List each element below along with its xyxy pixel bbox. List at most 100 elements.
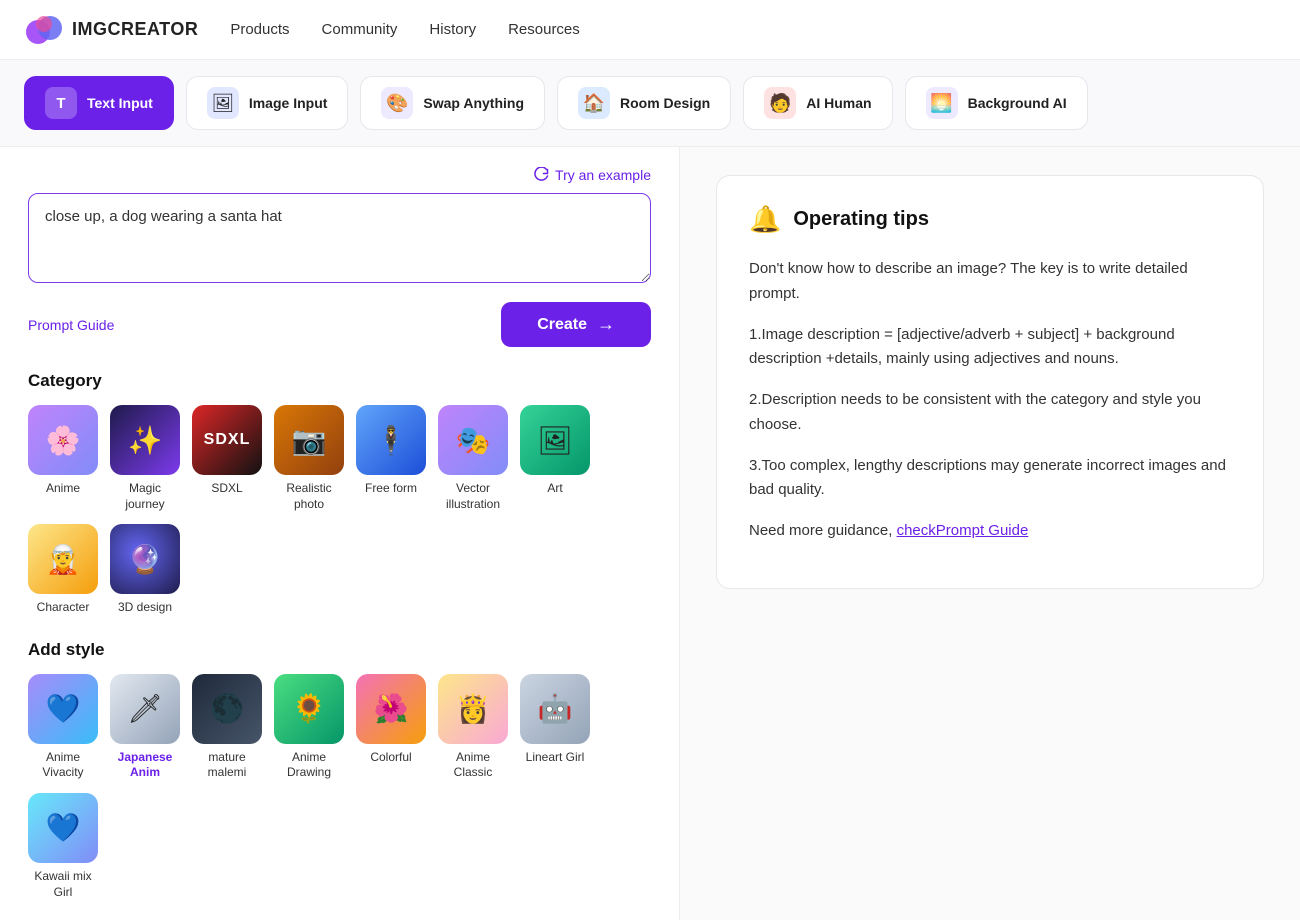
category-item-freeform[interactable]: 🕴 Free form [356, 405, 426, 512]
image-input-icon: 🖼 [207, 87, 239, 119]
category-item-3d[interactable]: 🔮 3D design [110, 524, 180, 616]
style-grid: 💙 Anime Vivacity 🗡 Japanese Anim 🌑 matur… [28, 674, 651, 900]
text-input-icon: T [45, 87, 77, 119]
tab-swap-anything-label: Swap Anything [423, 95, 524, 112]
category-thumb-character: 🧝 [28, 524, 98, 594]
style-label-japanese: Japanese Anim [110, 750, 180, 781]
prompt-actions-row: Prompt Guide Create → [28, 302, 651, 347]
tab-swap-anything[interactable]: 🎨 Swap Anything [360, 76, 545, 130]
create-arrow-icon: → [597, 314, 615, 335]
category-item-realistic[interactable]: 📷 Realistic photo [274, 405, 344, 512]
style-item-anime-drawing[interactable]: 🌻 Anime Drawing [274, 674, 344, 781]
tips-title: Operating tips [793, 208, 929, 231]
tips-body: Don't know how to describe an image? The… [749, 257, 1231, 544]
tab-ai-human[interactable]: 🧑 AI Human [743, 76, 892, 130]
style-thumb-colorful: 🌺 [356, 674, 426, 744]
refresh-icon [533, 167, 549, 183]
category-thumb-vector: 🎭 [438, 405, 508, 475]
tips-para-2: 2.Description needs to be consistent wit… [749, 388, 1231, 438]
bell-icon: 🔔 [749, 204, 781, 235]
style-item-anime-classic[interactable]: 👸 Anime Classic [438, 674, 508, 781]
category-label-character: Character [37, 600, 90, 616]
tips-para-1: 1.Image description = [adjective/adverb … [749, 323, 1231, 373]
tips-box: 🔔 Operating tips Don't know how to descr… [716, 175, 1264, 589]
category-label-anime: Anime [46, 481, 80, 497]
style-thumb-anime-vivacity: 💙 [28, 674, 98, 744]
logo-icon [24, 10, 64, 50]
category-thumb-sdxl: SDXL [192, 405, 262, 475]
category-label-realistic: Realistic photo [274, 481, 344, 512]
category-item-magic-journey[interactable]: ✨ Magic journey [110, 405, 180, 512]
category-item-character[interactable]: 🧝 Character [28, 524, 98, 616]
main-content: Try an example close up, a dog wearing a… [0, 147, 1300, 920]
category-title: Category [28, 371, 651, 391]
tab-background-ai-label: Background AI [968, 95, 1067, 112]
tab-room-design[interactable]: 🏠 Room Design [557, 76, 731, 130]
category-item-art[interactable]: 🖼 Art [520, 405, 590, 512]
style-thumb-anime-classic: 👸 [438, 674, 508, 744]
style-item-colorful[interactable]: 🌺 Colorful [356, 674, 426, 781]
category-thumb-magic: ✨ [110, 405, 180, 475]
nav-community[interactable]: Community [322, 21, 398, 38]
style-item-mature[interactable]: 🌑 mature malemi [192, 674, 262, 781]
tips-para-4: Need more guidance, checkPrompt Guide [749, 519, 1231, 544]
tab-image-input[interactable]: 🖼 Image Input [186, 76, 349, 130]
category-label-sdxl: SDXL [211, 481, 242, 497]
style-item-japanese[interactable]: 🗡 Japanese Anim [110, 674, 180, 781]
header: IMGCREATOR Products Community History Re… [0, 0, 1300, 60]
category-thumb-art: 🖼 [520, 405, 590, 475]
style-thumb-japanese: 🗡 [110, 674, 180, 744]
tool-tabs-bar: T Text Input 🖼 Image Input 🎨 Swap Anythi… [0, 60, 1300, 147]
tips-para-3: 3.Too complex, lengthy descriptions may … [749, 454, 1231, 504]
category-item-vector[interactable]: 🎭 Vector illustration [438, 405, 508, 512]
swap-anything-icon: 🎨 [381, 87, 413, 119]
style-thumb-kawaii: 💙 [28, 793, 98, 863]
logo-text: IMGCREATOR [72, 19, 198, 40]
category-thumb-3d: 🔮 [110, 524, 180, 594]
tab-text-input[interactable]: T Text Input [24, 76, 174, 130]
create-button[interactable]: Create → [501, 302, 651, 347]
tab-image-input-label: Image Input [249, 95, 328, 112]
tips-header: 🔔 Operating tips [749, 204, 1231, 235]
background-ai-icon: 🌅 [926, 87, 958, 119]
style-thumb-lineart: 🤖 [520, 674, 590, 744]
nav-history[interactable]: History [429, 21, 476, 38]
tab-room-design-label: Room Design [620, 95, 710, 112]
category-item-sdxl[interactable]: SDXL SDXL [192, 405, 262, 512]
category-thumb-realistic: 📷 [274, 405, 344, 475]
prompt-textarea[interactable]: close up, a dog wearing a santa hat [28, 193, 651, 283]
style-item-anime-vivacity[interactable]: 💙 Anime Vivacity [28, 674, 98, 781]
tab-text-input-label: Text Input [87, 95, 153, 112]
style-label-anime-vivacity: Anime Vivacity [28, 750, 98, 781]
style-label-kawaii: Kawaii mix Girl [28, 869, 98, 900]
style-label-anime-classic: Anime Classic [438, 750, 508, 781]
tab-background-ai[interactable]: 🌅 Background AI [905, 76, 1088, 130]
prompt-guide-tips-link[interactable]: checkPrompt Guide [897, 522, 1029, 539]
tips-para-0: Don't know how to describe an image? The… [749, 257, 1231, 307]
category-label-art: Art [547, 481, 562, 497]
category-grid: 🌸 Anime ✨ Magic journey SDXL SDXL 📷 [28, 405, 651, 616]
prompt-guide-link[interactable]: Prompt Guide [28, 317, 114, 333]
style-label-mature: mature malemi [192, 750, 262, 781]
category-thumb-freeform: 🕴 [356, 405, 426, 475]
nav-resources[interactable]: Resources [508, 21, 580, 38]
style-item-kawaii[interactable]: 💙 Kawaii mix Girl [28, 793, 98, 900]
category-item-anime[interactable]: 🌸 Anime [28, 405, 98, 512]
sdxl-text: SDXL [204, 431, 251, 449]
style-label-anime-drawing: Anime Drawing [274, 750, 344, 781]
try-example-button[interactable]: Try an example [533, 167, 651, 183]
category-label-3d: 3D design [118, 600, 172, 616]
nav-products[interactable]: Products [230, 21, 289, 38]
logo[interactable]: IMGCREATOR [24, 10, 198, 50]
style-thumb-anime-drawing: 🌻 [274, 674, 344, 744]
category-label-freeform: Free form [365, 481, 417, 497]
room-design-icon: 🏠 [578, 87, 610, 119]
style-label-colorful: Colorful [370, 750, 411, 766]
category-label-vector: Vector illustration [438, 481, 508, 512]
right-panel: 🔔 Operating tips Don't know how to descr… [680, 147, 1300, 920]
style-label-lineart: Lineart Girl [526, 750, 585, 766]
left-panel: Try an example close up, a dog wearing a… [0, 147, 680, 920]
try-example-row: Try an example [28, 167, 651, 183]
add-style-title: Add style [28, 640, 651, 660]
style-item-lineart[interactable]: 🤖 Lineart Girl [520, 674, 590, 781]
